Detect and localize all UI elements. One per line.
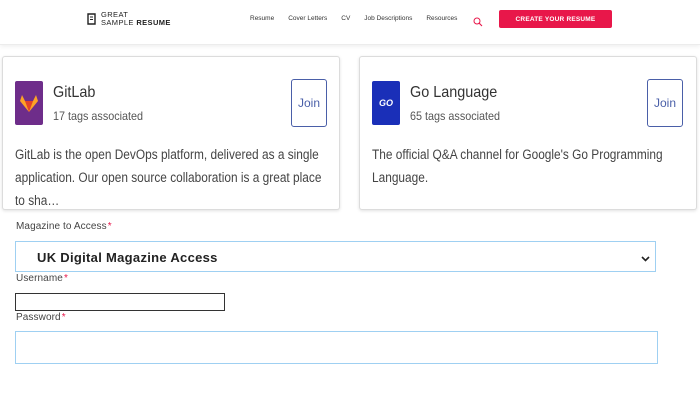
username-field[interactable] — [15, 293, 225, 311]
gitlab-icon — [15, 81, 43, 125]
nav-cover-letters[interactable]: Cover Letters — [288, 15, 327, 22]
card-description: The official Q&A channel for Google's Go… — [372, 147, 663, 185]
community-card-go-language: GO Go Language 65 tags associated The of… — [359, 56, 697, 210]
community-card-gitlab: GitLab 17 tags associated GitLab is the … — [2, 56, 340, 210]
password-label: Password* — [16, 312, 66, 323]
magazine-label: Magazine to Access* — [16, 221, 112, 232]
card-tag-count: 17 tags associated — [53, 109, 144, 123]
go-logo-text: GO — [378, 98, 393, 108]
main-nav: Resume Cover Letters CV Job Descriptions… — [250, 15, 471, 22]
nav-resources[interactable]: Resources — [426, 15, 457, 22]
go-icon: GO — [372, 81, 400, 125]
username-label: Username* — [16, 273, 68, 284]
site-logo[interactable]: GREAT SAMPLE RESUME — [86, 11, 171, 27]
card-tag-count: 65 tags associated — [410, 109, 501, 123]
site-header: GREAT SAMPLE RESUME Resume Cover Letters… — [0, 0, 700, 45]
chevron-down-icon — [640, 251, 651, 269]
nav-job-descriptions[interactable]: Job Descriptions — [364, 15, 412, 22]
magazine-select-value: UK Digital Magazine Access — [37, 250, 218, 265]
search-icon[interactable] — [473, 14, 483, 32]
required-mark: * — [61, 312, 66, 323]
password-field[interactable] — [15, 331, 658, 364]
card-title[interactable]: GitLab — [53, 84, 95, 102]
card-title[interactable]: Go Language — [410, 84, 497, 102]
logo-icon — [86, 12, 98, 26]
nav-cv[interactable]: CV — [341, 15, 350, 22]
username-label-text: Username — [16, 273, 63, 284]
logo-line-2a: SAMPLE — [101, 18, 134, 27]
card-description: GitLab is the open DevOps platform, deli… — [15, 147, 322, 208]
password-label-text: Password — [16, 312, 61, 323]
logo-line-2b: RESUME — [136, 18, 171, 27]
required-mark: * — [63, 273, 68, 284]
join-button[interactable]: Join — [291, 79, 327, 127]
nav-resume[interactable]: Resume — [250, 15, 274, 22]
create-resume-button[interactable]: CREATE YOUR RESUME — [499, 10, 612, 28]
magazine-select[interactable]: UK Digital Magazine Access — [15, 241, 656, 272]
required-mark: * — [107, 221, 112, 232]
join-button[interactable]: Join — [647, 79, 683, 127]
magazine-label-text: Magazine to Access — [16, 221, 107, 232]
